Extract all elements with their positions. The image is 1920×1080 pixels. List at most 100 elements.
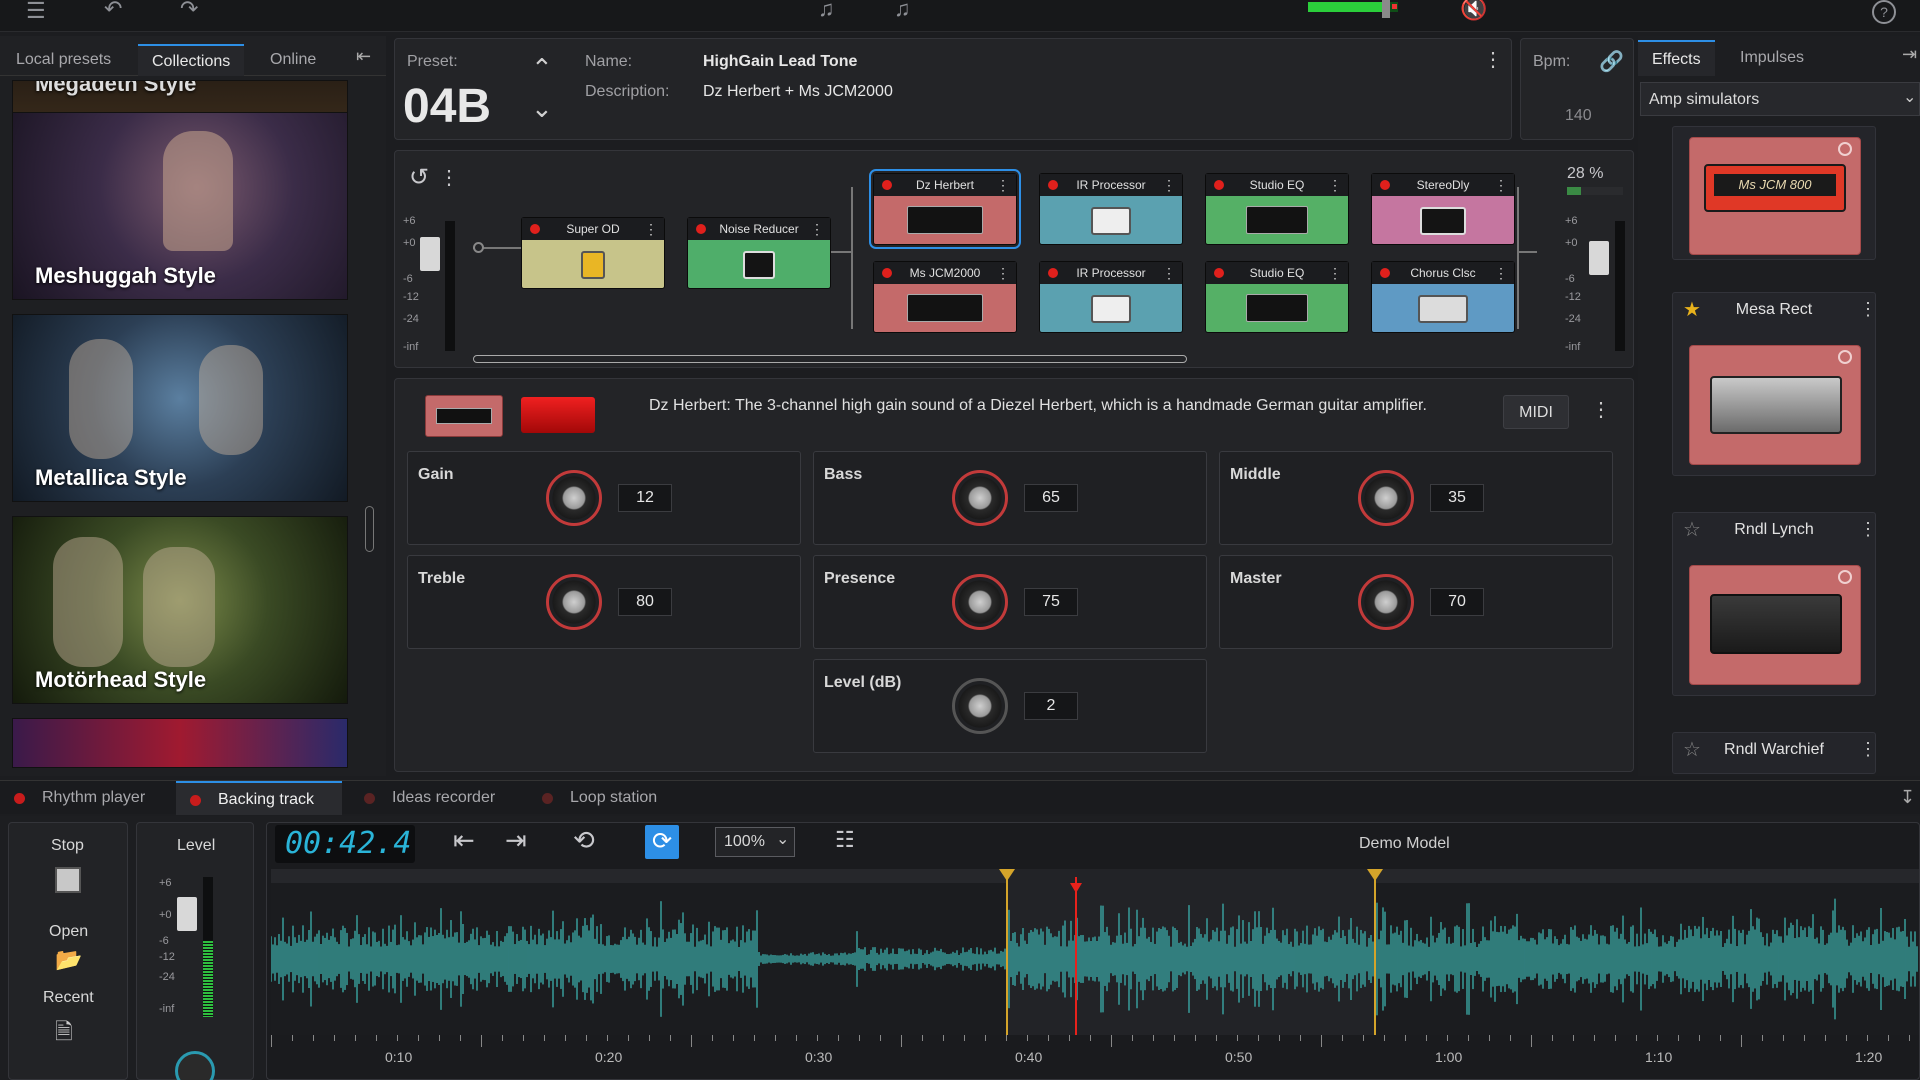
- pedal-power-led[interactable]: [1214, 180, 1224, 190]
- add-icon[interactable]: [1838, 570, 1852, 584]
- amp-menu-icon[interactable]: ⋮: [1859, 739, 1877, 760]
- repeat-icon[interactable]: ⟲: [573, 823, 595, 857]
- add-icon[interactable]: [1838, 142, 1852, 156]
- pedal-ms-jcm2000[interactable]: Ms JCM2000 ⋮: [873, 261, 1017, 333]
- metronome-icon[interactable]: ♫: [894, 0, 911, 20]
- pedal-menu-icon[interactable]: ⋮: [1494, 174, 1508, 196]
- amp-power-switch[interactable]: [521, 397, 595, 433]
- master-knob[interactable]: [1358, 574, 1414, 630]
- collapse-right-icon[interactable]: ⇥: [1902, 44, 1917, 65]
- pedal-power-led[interactable]: [882, 180, 892, 190]
- amp-card-jcm800[interactable]: Ms JCM 800: [1672, 126, 1876, 260]
- add-icon[interactable]: [1838, 350, 1852, 364]
- gain-knob[interactable]: [546, 470, 602, 526]
- bass-knob[interactable]: [952, 470, 1008, 526]
- pedal-power-led[interactable]: [530, 224, 540, 234]
- level-value[interactable]: 2: [1024, 692, 1078, 720]
- midi-button[interactable]: MIDI: [1503, 395, 1569, 429]
- bpm-value[interactable]: 140: [1565, 107, 1592, 125]
- style-card-meshuggah[interactable]: Meshuggah Style: [12, 112, 348, 300]
- tab-backing-track[interactable]: Backing track: [176, 781, 342, 815]
- pedal-power-led[interactable]: [696, 224, 706, 234]
- amp-card-rndl-lynch[interactable]: ☆ Rndl Lynch ⋮: [1672, 512, 1877, 696]
- amp-card-mesa-rect[interactable]: ★ Mesa Rect ⋮: [1672, 292, 1877, 476]
- tab-loop-station[interactable]: Loop station: [528, 781, 678, 815]
- pedal-power-led[interactable]: [1048, 180, 1058, 190]
- pedal-ir-processor-2[interactable]: IR Processor ⋮: [1039, 261, 1183, 333]
- skip-to-end-icon[interactable]: ⇥: [505, 823, 527, 857]
- middle-value[interactable]: 35: [1430, 484, 1484, 512]
- level-slider[interactable]: [177, 897, 197, 931]
- redo-icon[interactable]: ↷: [180, 0, 198, 20]
- tab-effects[interactable]: Effects: [1638, 40, 1715, 76]
- pedal-menu-icon[interactable]: ⋮: [1162, 174, 1176, 196]
- collapse-left-icon[interactable]: ⇤: [356, 46, 371, 67]
- pedal-chorus-clsc[interactable]: Chorus Clsc ⋮: [1371, 261, 1515, 333]
- presence-knob[interactable]: [952, 574, 1008, 630]
- stop-button[interactable]: [55, 867, 81, 893]
- balance-knob[interactable]: [175, 1051, 215, 1080]
- tab-impulses[interactable]: Impulses: [1726, 40, 1818, 76]
- preset-up-icon[interactable]: ⌃: [531, 53, 553, 84]
- preset-name[interactable]: HighGain Lead Tone: [703, 53, 857, 71]
- level-knob[interactable]: [952, 678, 1008, 734]
- tab-collections[interactable]: Collections: [138, 44, 245, 76]
- pedal-power-led[interactable]: [882, 268, 892, 278]
- chain-scrollbar[interactable]: [473, 355, 1187, 363]
- tab-online[interactable]: Online: [256, 44, 330, 76]
- pedal-menu-icon[interactable]: ⋮: [1328, 262, 1342, 284]
- waveform[interactable]: [271, 869, 1919, 1035]
- style-card-next[interactable]: [12, 718, 348, 768]
- pedal-stereodly[interactable]: StereoDly ⋮: [1371, 173, 1515, 245]
- amp-thumbnail[interactable]: [425, 395, 503, 437]
- middle-knob[interactable]: [1358, 470, 1414, 526]
- zoom-select[interactable]: 100% ⌄: [715, 827, 795, 857]
- pedal-noise-reducer[interactable]: Noise Reducer ⋮: [687, 217, 831, 289]
- pedal-power-led[interactable]: [1380, 180, 1390, 190]
- pedal-ir-processor-1[interactable]: IR Processor ⋮: [1039, 173, 1183, 245]
- presence-value[interactable]: 75: [1024, 588, 1078, 616]
- style-card-metallica[interactable]: Metallica Style: [12, 314, 348, 502]
- preset-scrollbar[interactable]: [365, 506, 374, 552]
- gain-value[interactable]: 12: [618, 484, 672, 512]
- pedal-menu-icon[interactable]: ⋮: [810, 218, 824, 240]
- output-gain-slider[interactable]: [1589, 241, 1609, 275]
- help-icon[interactable]: ?: [1872, 0, 1896, 24]
- link-icon[interactable]: 🔗: [1599, 49, 1624, 74]
- master-value[interactable]: 70: [1430, 588, 1484, 616]
- amp-menu-icon[interactable]: ⋮: [1859, 519, 1877, 540]
- editor-menu-icon[interactable]: ⋮: [1591, 397, 1611, 422]
- preset-menu-icon[interactable]: ⋮: [1483, 47, 1503, 72]
- pedal-menu-icon[interactable]: ⋮: [996, 262, 1010, 284]
- skip-to-start-icon[interactable]: ⇤: [453, 823, 475, 857]
- amp-menu-icon[interactable]: ⋮: [1859, 299, 1877, 320]
- undo-icon[interactable]: ↶: [104, 0, 122, 20]
- style-card-motorhead[interactable]: Motörhead Style: [12, 516, 348, 704]
- pedal-power-led[interactable]: [1380, 268, 1390, 278]
- menu-icon[interactable]: ☰: [26, 0, 46, 22]
- treble-value[interactable]: 80: [618, 588, 672, 616]
- loop-toggle-icon[interactable]: ⟳: [645, 825, 679, 859]
- tuner-icon[interactable]: ♫: [818, 0, 835, 20]
- input-gain-slider[interactable]: [420, 237, 440, 271]
- pedal-studio-eq-1[interactable]: Studio EQ ⋮: [1205, 173, 1349, 245]
- open-folder-icon[interactable]: 📂: [55, 947, 82, 973]
- amp-card-rndl-warchief[interactable]: ☆ Rndl Warchief ⋮: [1672, 732, 1877, 774]
- mute-icon[interactable]: 🔇: [1460, 0, 1487, 20]
- pedal-menu-icon[interactable]: ⋮: [1328, 174, 1342, 196]
- category-select[interactable]: Amp simulators ⌄: [1640, 82, 1920, 116]
- tab-ideas-recorder[interactable]: Ideas recorder: [350, 781, 520, 815]
- tab-local-presets[interactable]: Local presets: [2, 44, 125, 76]
- pedal-power-led[interactable]: [1214, 268, 1224, 278]
- treble-knob[interactable]: [546, 574, 602, 630]
- bass-value[interactable]: 65: [1024, 484, 1078, 512]
- preset-description[interactable]: Dz Herbert + Ms JCM2000: [703, 83, 893, 101]
- pedal-power-led[interactable]: [1048, 268, 1058, 278]
- recent-files-icon[interactable]: 🗎: [55, 1015, 73, 1053]
- pedal-menu-icon[interactable]: ⋮: [1162, 262, 1176, 284]
- input-icon[interactable]: ↺: [409, 163, 429, 192]
- pedal-studio-eq-2[interactable]: Studio EQ ⋮: [1205, 261, 1349, 333]
- pedal-menu-icon[interactable]: ⋮: [996, 174, 1010, 196]
- pedal-menu-icon[interactable]: ⋮: [644, 218, 658, 240]
- chain-menu-icon[interactable]: ⋮: [439, 165, 459, 190]
